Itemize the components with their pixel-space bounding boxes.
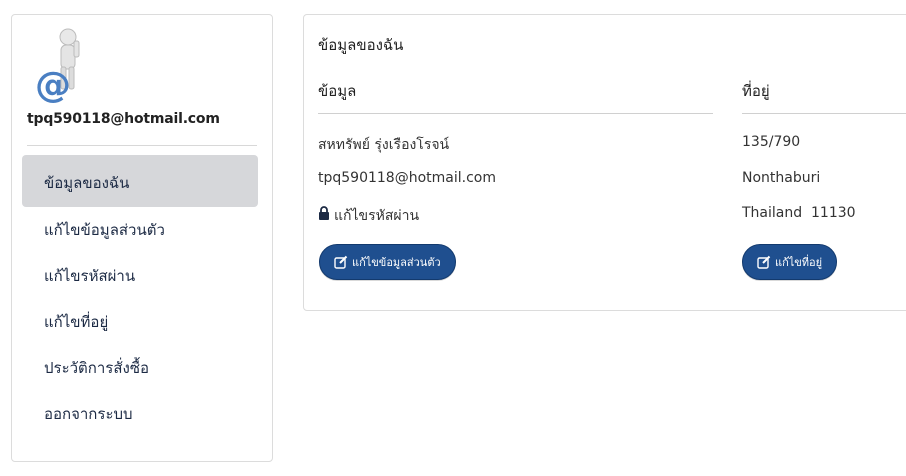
sidebar-divider	[27, 145, 257, 146]
user-email-detail: tpq590118@hotmail.com	[318, 170, 496, 186]
panel-title: ข้อมูลของฉัน	[318, 36, 404, 54]
address-line-1: 135/790	[742, 134, 801, 150]
address-divider	[742, 113, 906, 114]
address-heading: ที่อยู่	[742, 82, 770, 100]
lock-icon	[319, 206, 329, 220]
account-sidebar: @ tpq590118@hotmail.com ข้อมูลของฉัน แก้…	[11, 14, 273, 462]
edit-address-label: แก้ไขที่อยู่	[775, 256, 823, 269]
edit-address-button[interactable]: แก้ไขที่อยู่	[742, 244, 838, 280]
change-password-link[interactable]: แก้ไขรหัสผ่าน	[334, 205, 419, 227]
account-menu: ข้อมูลของฉัน แก้ไขข้อมูลส่วนตัว แก้ไขรหั…	[22, 155, 258, 437]
svg-text:@: @	[35, 65, 71, 103]
user-avatar-icon: @	[35, 28, 80, 103]
menu-item-edit-profile[interactable]: แก้ไขข้อมูลส่วนตัว	[22, 207, 258, 253]
address-line-3: Thailand 11130	[742, 205, 856, 221]
menu-item-logout[interactable]: ออกจากระบบ	[22, 391, 258, 437]
info-heading: ข้อมูล	[318, 82, 357, 100]
menu-item-change-password[interactable]: แก้ไขรหัสผ่าน	[22, 253, 258, 299]
edit-profile-button[interactable]: แก้ไขข้อมูลส่วนตัว	[319, 244, 456, 280]
info-divider	[318, 113, 713, 114]
menu-item-order-history[interactable]: ประวัติการสั่งซื้อ	[22, 345, 258, 391]
my-info-panel: ข้อมูลของฉัน ข้อมูล ที่อยู่ สหทรัพย์ รุ่…	[303, 14, 906, 311]
edit-icon	[334, 255, 348, 269]
address-line-2: Nonthaburi	[742, 170, 821, 186]
menu-item-edit-address[interactable]: แก้ไขที่อยู่	[22, 299, 258, 345]
user-email: tpq590118@hotmail.com	[27, 111, 220, 127]
menu-item-my-info[interactable]: ข้อมูลของฉัน	[22, 155, 258, 207]
edit-icon	[757, 255, 771, 269]
user-full-name: สหทรัพย์ รุ่งเรืองโรจน์	[318, 137, 450, 153]
edit-profile-label: แก้ไขข้อมูลส่วนตัว	[352, 256, 441, 269]
